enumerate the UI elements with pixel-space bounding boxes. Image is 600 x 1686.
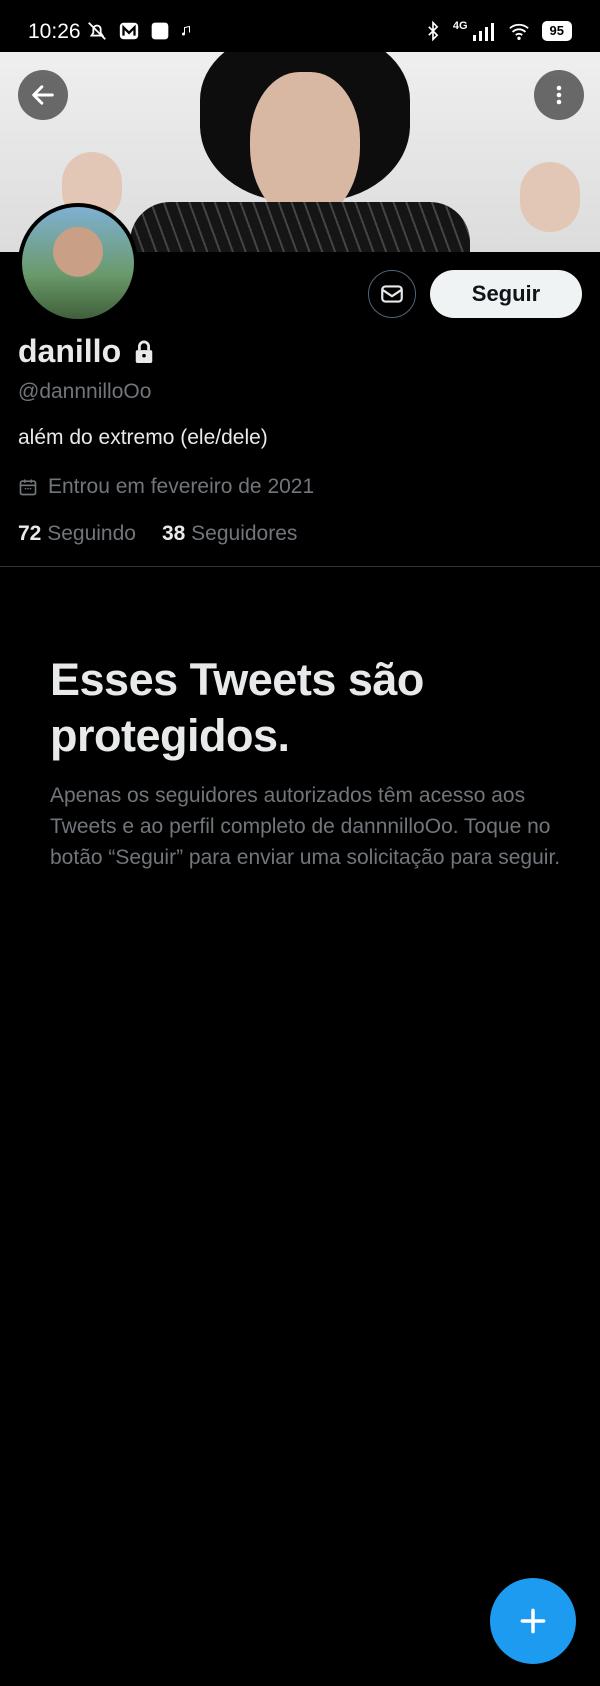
lock-icon <box>135 340 153 363</box>
protected-title: Esses Tweets são protegidos. <box>50 654 424 761</box>
message-button[interactable] <box>368 270 416 318</box>
avatar[interactable] <box>18 203 138 323</box>
follow-stats: 72 Seguindo 38 Seguidores <box>18 522 297 546</box>
followers-count: 38 <box>161 522 186 545</box>
bluetooth-icon <box>428 20 439 42</box>
followers-label: Seguidores <box>191 522 298 545</box>
follow-button[interactable]: Seguir <box>430 270 582 318</box>
joined-text: Entrou em fevereiro de 2021 <box>48 475 315 498</box>
profile-handle: @dannnilloOo <box>18 380 152 403</box>
followers-link[interactable]: 38 Seguidores <box>162 522 297 546</box>
envelope-icon <box>381 285 403 303</box>
square-app-icon <box>151 22 169 40</box>
m-app-icon <box>119 22 139 40</box>
following-count: 72 <box>18 522 42 545</box>
battery-indicator: 95 <box>541 21 572 41</box>
profile-name: danillo <box>18 333 122 369</box>
profile-bio: além do extremo (ele/dele) <box>18 426 268 449</box>
plus-icon <box>520 1608 546 1634</box>
status-time: 10:26 <box>28 20 81 43</box>
more-options-button[interactable] <box>534 70 584 120</box>
bell-off-icon <box>88 22 106 40</box>
profile-name-row: danillo <box>18 333 155 370</box>
calendar-icon <box>19 479 37 496</box>
back-button[interactable] <box>18 70 68 120</box>
signal-icon <box>472 23 494 41</box>
more-vertical-icon <box>556 85 562 105</box>
compose-button[interactable] <box>490 1578 576 1664</box>
music-note-icon <box>182 25 190 36</box>
arrow-left-icon <box>32 85 54 105</box>
following-link[interactable]: 72 Seguindo <box>18 522 136 546</box>
divider <box>0 566 600 567</box>
protected-description: Apenas os seguidores autorizados têm ace… <box>50 784 561 869</box>
following-label: Seguindo <box>47 522 136 545</box>
network-type: 4G <box>452 20 468 32</box>
status-bar: 10:26 4G 95 <box>0 0 600 52</box>
joined-date: Entrou em fevereiro de 2021 <box>18 475 314 499</box>
wifi-icon <box>508 23 529 40</box>
